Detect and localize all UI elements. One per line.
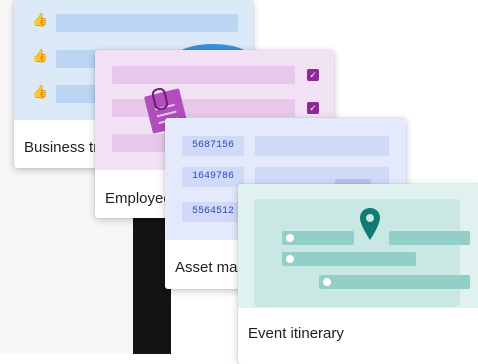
thumbs-up-icon: 👍 [32,84,49,99]
thumbs-up-icon: 👍 [32,48,49,63]
asset-number: 5687156 [182,136,244,156]
checkbox-checked-icon: ✓ [307,69,319,81]
itinerary-item [319,275,470,289]
map-pin-icon [360,208,380,240]
asset-number: 1649786 [182,167,244,187]
thumbnail-bar [56,14,238,32]
template-caption: Event itinerary [248,325,344,342]
template-card-event-itinerary[interactable]: Event itinerary [238,184,478,364]
template-thumbnail [238,184,478,308]
asset-number: 5564512 [182,202,244,222]
itinerary-item [282,252,416,266]
thumbs-up-icon: 👍 [32,12,49,27]
thumbnail-bar [255,136,389,156]
checkbox-checked-icon: ✓ [307,102,319,114]
itinerary-item [389,231,470,245]
thumbnail-bar [112,99,295,117]
itinerary-item [282,231,354,245]
thumbnail-bar [112,66,295,84]
